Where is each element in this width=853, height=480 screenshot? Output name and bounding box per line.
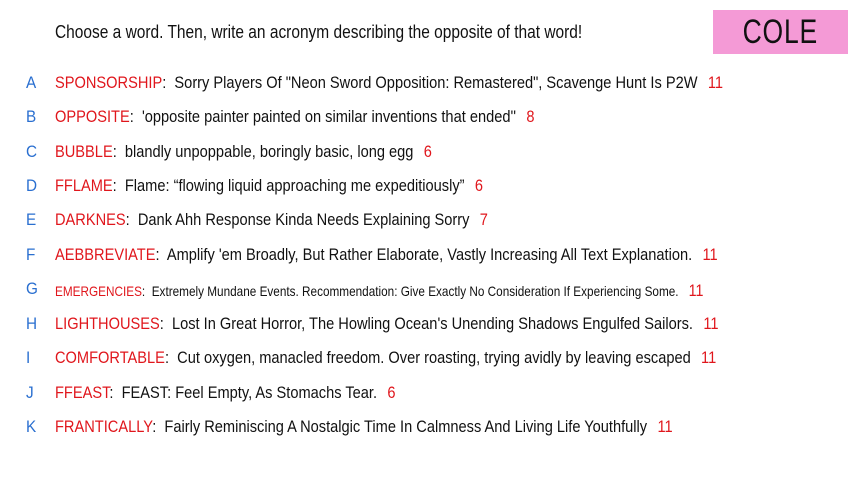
entry-acronym: Cut oxygen, manacled freedom. Over roast…	[177, 348, 691, 367]
entry-letter: H	[26, 314, 38, 333]
entry-letter: A	[26, 73, 37, 92]
entry-acronym: Extremely Mundane Events. Recommendation…	[151, 283, 679, 299]
entry-word: OPPOSITE	[55, 107, 130, 126]
entry-acronym: Flame: “flowing liquid approaching me ex…	[124, 176, 465, 195]
entry-word: EMERGENCIES	[55, 283, 142, 299]
entry-acronym: Fairly Reminiscing A Nostalgic Time In C…	[164, 417, 648, 436]
entry-count: 6	[423, 142, 432, 161]
entry-letter: F	[26, 245, 36, 264]
entry-letter: E	[26, 210, 37, 229]
entry-line: EMERGENCIES: Extremely Mundane Events. R…	[55, 281, 704, 300]
entry-acronym: Sorry Players Of "Neon Sword Opposition:…	[174, 73, 698, 92]
entry-word: FFLAME	[55, 176, 113, 195]
entry-acronym: Amplify 'em Broadly, But Rather Elaborat…	[166, 245, 693, 264]
entry-line: DARKNES: Dank Ahh Response Kinda Needs E…	[55, 210, 488, 229]
entry-word: DARKNES	[55, 210, 126, 229]
prompt-text: Choose a word. Then, write an acronym de…	[55, 22, 583, 42]
entry-count: 11	[707, 73, 724, 92]
entry-acronym: 'opposite painter painted on similar inv…	[141, 107, 517, 126]
entry-acronym: Lost In Great Horror, The Howling Ocean'…	[171, 314, 693, 333]
entry-letter: B	[26, 107, 37, 126]
entry-word: FFEAST	[55, 383, 110, 402]
entry-line: SPONSORSHIP: Sorry Players Of "Neon Swor…	[55, 73, 724, 92]
entry-count: 6	[474, 176, 484, 195]
player-name-badge: COLE	[713, 10, 848, 54]
entry-count: 6	[387, 383, 396, 402]
entry-count: 7	[479, 210, 488, 229]
entry-letter: D	[26, 176, 38, 195]
entry-letter: K	[26, 417, 37, 436]
entry-acronym: Dank Ahh Response Kinda Needs Explaining…	[137, 210, 470, 229]
entry-count: 11	[702, 245, 718, 264]
entry-line: FRANTICALLY: Fairly Reminiscing A Nostal…	[55, 417, 673, 436]
entry-word: COMFORTABLE	[55, 348, 165, 367]
entry-count: 8	[526, 107, 535, 126]
entry-count: 11	[701, 348, 717, 367]
entry-acronym: FEAST: Feel Empty, As Stomachs Tear.	[121, 383, 378, 402]
entry-count: 11	[688, 281, 704, 300]
entry-line: OPPOSITE: 'opposite painter painted on s…	[55, 107, 535, 126]
entry-acronym: blandly unpoppable, boringly basic, long…	[124, 142, 414, 161]
entry-letter: I	[26, 348, 31, 367]
entry-word: FRANTICALLY	[55, 417, 153, 436]
entry-letter: G	[26, 279, 38, 298]
entry-word: BUBBLE	[55, 142, 113, 161]
entry-word: LIGHTHOUSES	[55, 314, 160, 333]
entry-letter: C	[26, 142, 38, 161]
entry-count: 11	[703, 314, 719, 333]
entry-line: AEBBREVIATE: Amplify 'em Broadly, But Ra…	[55, 245, 718, 264]
entry-line: LIGHTHOUSES: Lost In Great Horror, The H…	[55, 314, 719, 333]
entry-letter: J	[26, 383, 34, 402]
entry-count: 11	[657, 417, 673, 436]
entry-word: SPONSORSHIP	[55, 73, 163, 92]
entry-line: BUBBLE: blandly unpoppable, boringly bas…	[55, 142, 432, 161]
player-name: COLE	[742, 12, 819, 51]
entry-word: AEBBREVIATE	[55, 245, 156, 264]
entry-line: FFEAST: FEAST: Feel Empty, As Stomachs T…	[55, 383, 396, 402]
entry-line: FFLAME: Flame: “flowing liquid approachi…	[55, 176, 484, 195]
entry-line: COMFORTABLE: Cut oxygen, manacled freedo…	[55, 348, 717, 367]
